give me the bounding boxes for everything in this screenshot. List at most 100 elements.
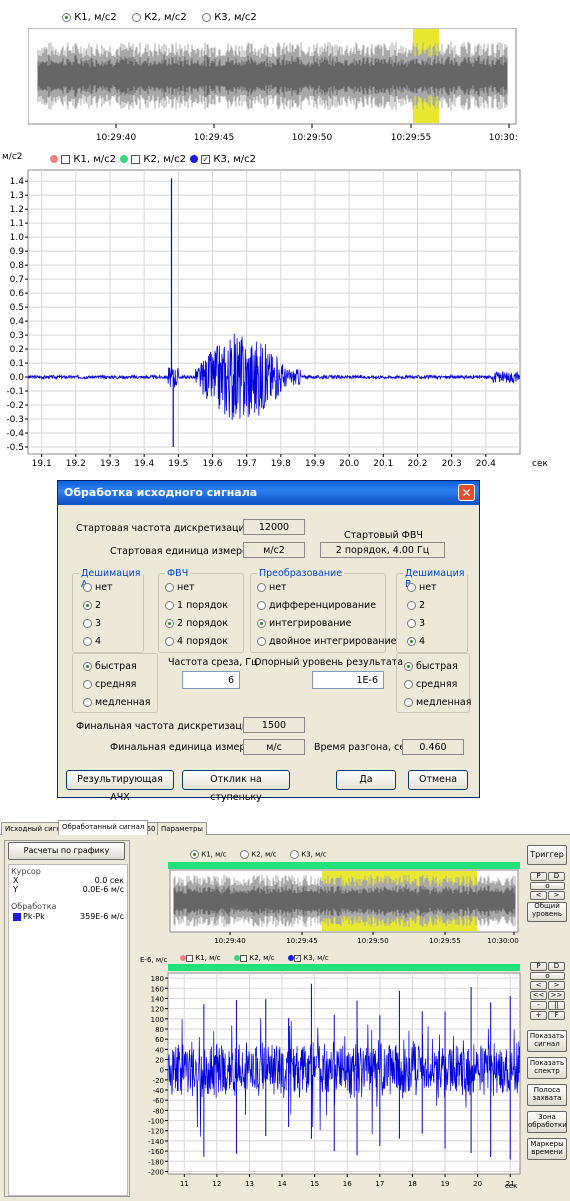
zoom-out-button[interactable]: -	[530, 1001, 547, 1010]
hpf-order-1[interactable]: 1 порядок	[165, 600, 228, 611]
speed-a-slow[interactable]: медленная	[83, 697, 150, 708]
decimation-b-3[interactable]: 3	[407, 618, 425, 629]
bottom-channel-k1[interactable]: К1, м/с	[190, 850, 227, 859]
ref-level-input[interactable]: 1E-6	[312, 671, 384, 689]
accel-time-value: 0.460	[402, 739, 464, 755]
checkbox-icon[interactable]	[131, 154, 141, 164]
y-tick-label: -40	[153, 1087, 164, 1095]
y-tick-label: 160	[151, 985, 164, 993]
bottom-overview-time: 10:30:00	[487, 937, 518, 945]
channel-radio-k3[interactable]: К3, м/с2	[202, 12, 257, 23]
calc-by-graph-button[interactable]: Расчеты по графику	[8, 842, 125, 860]
y-tick-label: 1.3	[10, 191, 24, 201]
pkpk-label: Pk-Pk	[23, 912, 45, 921]
cancel-button[interactable]: Отмена	[408, 770, 468, 790]
processing-zone-button[interactable]: Зона обработки	[527, 1111, 567, 1133]
checkbox-icon[interactable]	[61, 154, 71, 164]
y-tick-label: 60	[155, 1036, 164, 1044]
x-tick-label: 11	[180, 1180, 189, 1188]
y-tick-label: 0.9	[10, 247, 25, 257]
close-icon[interactable]: ✕	[458, 484, 475, 501]
bottom-legend-k3[interactable]: ✓ К3, м/с	[288, 954, 329, 962]
bottom-signal-chart[interactable]: 11 12 13 14 15 16 17 18 19 20 21180160140120100806…	[130, 964, 524, 1198]
common-level-button[interactable]: Общий уровень	[527, 902, 567, 922]
transform-integrate[interactable]: интегрирование	[257, 618, 351, 629]
pause-button[interactable]: ||	[548, 1001, 565, 1010]
decimation-b-4[interactable]: 4	[407, 636, 425, 647]
d-button-2[interactable]: D	[548, 962, 565, 971]
legend-item-k3[interactable]: ✓ К3, м/с2	[190, 154, 256, 165]
decimation-b-none[interactable]: нет	[407, 582, 437, 593]
zoom-fit-button-2[interactable]: o	[530, 972, 565, 980]
hpf-order-2[interactable]: 2 порядок	[165, 618, 228, 629]
fast-right-button[interactable]: >>	[548, 991, 565, 1000]
x-unit-label: сек	[505, 1182, 517, 1190]
speed-b-fast[interactable]: быстрая	[404, 661, 458, 672]
x-tick-label: 13	[245, 1180, 254, 1188]
scroll-left-button-2[interactable]: <	[530, 981, 547, 990]
x-tick-label: 19	[441, 1180, 450, 1188]
d-button-1[interactable]: D	[548, 872, 565, 881]
transform-differentiate[interactable]: дифференцирование	[257, 600, 376, 611]
time-markers-button[interactable]: Маркеры времени	[527, 1138, 567, 1160]
decimation-a-3[interactable]: 3	[83, 618, 101, 629]
speed-b-medium[interactable]: средняя	[404, 679, 457, 690]
zoom-fit-button[interactable]: o	[530, 882, 565, 890]
bottom-legend-k1[interactable]: К1, м/с	[180, 954, 221, 962]
decimation-a-none[interactable]: нет	[83, 582, 113, 593]
transform-title: Преобразование	[257, 568, 345, 579]
start-hpf-value: 2 порядок, 4.00 Гц	[320, 542, 445, 558]
top-signal-chart[interactable]: 19.1 19.2 19.3 19.4 19.5 19.6 19.7 19.8 19.9 20.0…	[0, 166, 570, 472]
legend-item-k2[interactable]: К2, м/с2	[120, 154, 186, 165]
y-tick-label: -0.5	[6, 443, 24, 453]
p-button-2[interactable]: P	[530, 962, 547, 971]
scroll-left-button[interactable]: <	[530, 891, 547, 900]
f-button[interactable]: F	[548, 1011, 565, 1020]
hpf-none[interactable]: нет	[165, 582, 195, 593]
y-tick-label: 120	[151, 1006, 164, 1014]
hpf-title: ФВЧ	[165, 568, 191, 579]
channel-radio-k2[interactable]: К2, м/с2	[132, 12, 187, 23]
p-button-1[interactable]: P	[530, 872, 547, 881]
cutoff-input[interactable]: 6	[182, 671, 240, 689]
zoom-in-button[interactable]: +	[530, 1011, 547, 1020]
hpf-order-4[interactable]: 4 порядок	[165, 636, 228, 647]
scroll-right-button-2[interactable]: >	[548, 981, 565, 990]
ok-button[interactable]: Да	[336, 770, 396, 790]
y-tick-label: -80	[153, 1107, 164, 1115]
y-tick-label: 0.4	[10, 317, 25, 327]
speed-a-fast[interactable]: быстрая	[83, 661, 137, 672]
y-tick-label: -180	[148, 1158, 164, 1166]
trigger-button[interactable]: Триггер	[527, 845, 567, 865]
scroll-right-button[interactable]: >	[548, 891, 565, 900]
transform-double-integrate[interactable]: двойное интегрирование	[257, 636, 397, 647]
speed-a-medium[interactable]: средняя	[83, 679, 136, 690]
bottom-overview-waveform[interactable]: 10:29:40 10:29:45 10:29:50 10:29:55 10:3…	[168, 862, 520, 948]
decimation-b-2[interactable]: 2	[407, 600, 425, 611]
top-overview-waveform[interactable]: 10:29:40 10:29:45 10:29:50 10:29:55 10:3…	[28, 28, 518, 150]
bottom-channel-k2[interactable]: К2, м/с	[240, 850, 277, 859]
checkbox-icon[interactable]: ✓	[201, 154, 211, 164]
tab-processed-signal[interactable]: Обработанный сигнал	[58, 820, 149, 835]
processing-dialog: Обработка исходного сигнала ✕ Стартовая …	[57, 480, 480, 803]
cursor-x-label: X	[13, 876, 19, 885]
decimation-a-2[interactable]: 2	[83, 600, 101, 611]
legend-item-k1[interactable]: К1, м/с2	[50, 154, 116, 165]
step-response-button[interactable]: Отклик на ступеньку	[182, 770, 290, 803]
show-signal-button[interactable]: Показать сигнал	[527, 1030, 567, 1052]
y-tick-label: 1.4	[10, 177, 25, 187]
channel-radio-k1[interactable]: К1, м/с2	[62, 12, 117, 23]
show-spectrum-button[interactable]: Показать спектр	[527, 1057, 567, 1079]
cursor-x-value: 0.0 сек	[94, 876, 124, 885]
overview-time-label: 10:29:50	[292, 133, 333, 143]
overview-time-label: 10:29:40	[96, 133, 137, 143]
bottom-channel-k3[interactable]: К3, м/с	[290, 850, 327, 859]
fast-left-button[interactable]: <<	[530, 991, 547, 1000]
decimation-a-4[interactable]: 4	[83, 636, 101, 647]
speed-b-slow[interactable]: медленная	[404, 697, 471, 708]
capture-band-button[interactable]: Полоса захвата	[527, 1084, 567, 1106]
resulting-afc-button[interactable]: Результирующая АЧХ	[66, 770, 174, 803]
tab-parameters[interactable]: Параметры	[157, 822, 207, 835]
bottom-legend-k2[interactable]: К2, м/с	[234, 954, 275, 962]
transform-none[interactable]: нет	[257, 582, 287, 593]
